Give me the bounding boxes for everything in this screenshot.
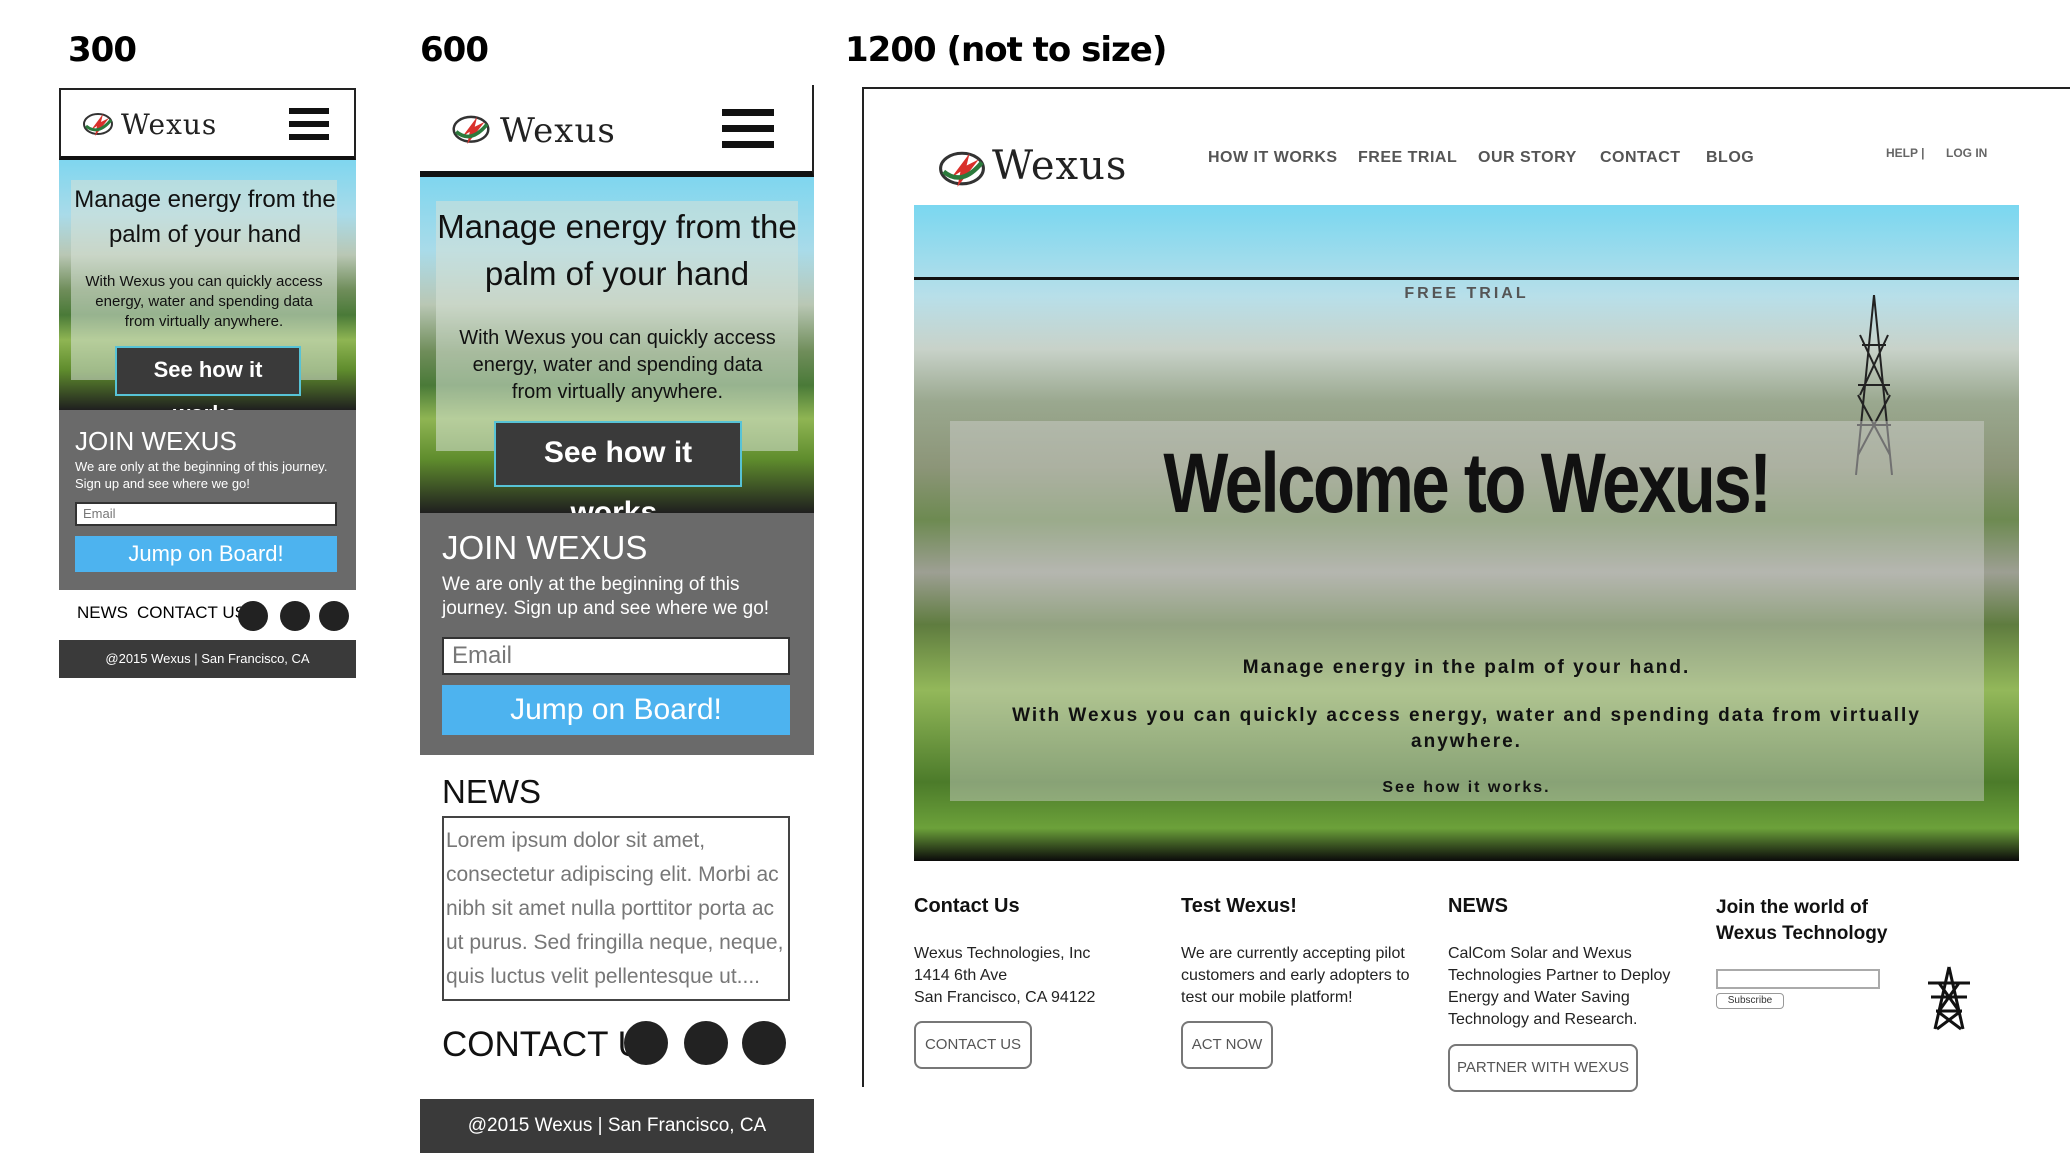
hero-title: Manage energy from the palm of your hand: [437, 208, 797, 292]
text-line: We are currently accepting pilot: [1181, 945, 1405, 962]
mockup-1200: Wexus HOW IT WORKS FREE TRIAL OUR STORY …: [862, 87, 2070, 1092]
hero-cta-link[interactable]: See how it works.: [914, 779, 2019, 797]
email-field[interactable]: Email: [75, 502, 337, 526]
join-title: JOIN WEXUS: [442, 529, 648, 566]
hamburger-menu-icon[interactable]: [722, 109, 774, 155]
test-wexus-text: We are currently accepting pilot custome…: [1181, 943, 1410, 1009]
join-text: We are only at the beginning of this jou…: [75, 459, 328, 491]
nav-free-trial[interactable]: FREE TRIAL: [1358, 149, 1457, 167]
mockup-600: Wexus Manage energy from the palm of you…: [420, 85, 814, 1153]
join-world-heading: Join the world of Wexus Technology: [1716, 895, 1887, 947]
address-line: 1414 6th Ave: [914, 967, 1008, 984]
text-line: Energy and Water Saving: [1448, 989, 1630, 1006]
join-section-300: JOIN WEXUS We are only at the beginning …: [59, 410, 356, 590]
join-text: We are only at the beginning of this jou…: [442, 574, 770, 619]
header-600: Wexus: [420, 85, 814, 177]
act-now-button[interactable]: ACT NOW: [1181, 1021, 1273, 1069]
brand-name: Wexus: [500, 111, 616, 151]
hero-description: With Wexus you can quickly access energy…: [1012, 705, 1921, 752]
brand-name: Wexus: [992, 143, 1128, 189]
label-600: 600: [420, 30, 489, 70]
join-section-600: JOIN WEXUS We are only at the beginning …: [420, 513, 814, 755]
text-line: customers and early adopters to: [1181, 967, 1410, 984]
heading-line: Wexus Technology: [1716, 923, 1888, 944]
news-title: NEWS: [442, 773, 541, 810]
footer-news-link[interactable]: NEWS: [77, 603, 128, 623]
social-icon-1[interactable]: [624, 1021, 668, 1065]
hero-subtitle: With Wexus you can quickly access energy…: [459, 327, 776, 403]
hero-divider: [914, 277, 2019, 280]
hero-subtitle: With Wexus you can quickly access energy…: [85, 273, 323, 330]
text-line: CalCom Solar and Wexus: [1448, 945, 1632, 962]
contact-address: Wexus Technologies, Inc 1414 6th Ave San…: [914, 943, 1095, 1009]
subscribe-email-input[interactable]: [1716, 969, 1880, 989]
social-icon-2[interactable]: [280, 601, 310, 631]
text-line: test our mobile platform!: [1181, 989, 1353, 1006]
join-title: JOIN WEXUS: [75, 426, 237, 456]
nav-blog[interactable]: BLOG: [1706, 149, 1754, 167]
mockup-300: Wexus Manage energy from the palm of you…: [59, 88, 356, 678]
see-how-button[interactable]: See how it works.: [494, 421, 742, 529]
footer-contact-link[interactable]: CONTACT US: [137, 603, 246, 623]
social-icon-3[interactable]: [319, 601, 349, 631]
hero-tagline: Manage energy in the palm of your hand.: [1242, 657, 1691, 678]
copyright: @2015 Wexus | San Francisco, CA: [59, 640, 356, 678]
header-300: Wexus: [59, 88, 356, 160]
nav-contact[interactable]: CONTACT: [1600, 149, 1681, 167]
address-line: San Francisco, CA 94122: [914, 989, 1096, 1006]
hero-600: Manage energy from the palm of your hand…: [420, 177, 814, 529]
see-how-button[interactable]: See how it works.: [115, 346, 301, 426]
label-300: 300: [68, 30, 137, 70]
nav-our-story[interactable]: OUR STORY: [1478, 149, 1577, 167]
hero-1200: FREE TRIAL Welcome to Wexus! Manage ener…: [914, 205, 2019, 861]
copyright: @2015 Wexus | San Francisco, CA: [420, 1099, 814, 1153]
jump-on-board-button[interactable]: Jump on Board!: [75, 536, 337, 572]
label-1200: 1200 (not to size): [845, 30, 1167, 70]
login-link[interactable]: LOG IN: [1946, 146, 1987, 160]
power-tower-icon: [1928, 966, 1970, 1031]
help-link[interactable]: HELP |: [1886, 146, 1924, 160]
hero-title: Manage energy from the palm of your hand: [74, 186, 336, 248]
social-icon-1[interactable]: [238, 601, 268, 631]
contact-us-heading: Contact Us: [914, 895, 1020, 917]
contact-us-button[interactable]: CONTACT US: [914, 1021, 1032, 1069]
text-line: Technology and Research.: [1448, 1011, 1638, 1028]
jump-on-board-button[interactable]: Jump on Board!: [442, 685, 790, 735]
wexus-logo-icon: [452, 115, 490, 145]
address-line: Wexus Technologies, Inc: [914, 945, 1091, 962]
welcome-title: Welcome to Wexus!: [1163, 436, 1772, 530]
nav-how-it-works[interactable]: HOW IT WORKS: [1208, 149, 1338, 167]
hamburger-menu-icon[interactable]: [289, 108, 329, 147]
news-heading: NEWS: [1448, 895, 1508, 917]
subscribe-button[interactable]: Subscribe: [1716, 993, 1784, 1009]
text-line: Technologies Partner to Deploy: [1448, 967, 1671, 984]
social-icon-2[interactable]: [684, 1021, 728, 1065]
news-text: CalCom Solar and Wexus Technologies Part…: [1448, 943, 1670, 1031]
wexus-logo-icon: [939, 151, 985, 187]
social-icon-3[interactable]: [742, 1021, 786, 1065]
hero-300: Manage energy from the palm of your hand…: [59, 160, 356, 426]
heading-line: Join the world of: [1716, 897, 1868, 918]
partner-button[interactable]: PARTNER WITH WEXUS: [1448, 1044, 1638, 1092]
test-wexus-heading: Test Wexus!: [1181, 895, 1297, 917]
email-field[interactable]: Email: [442, 637, 790, 675]
brand-name: Wexus: [121, 108, 218, 141]
news-body: Lorem ipsum dolor sit amet, consectetur …: [442, 816, 790, 1001]
wexus-logo-icon: [83, 113, 113, 136]
